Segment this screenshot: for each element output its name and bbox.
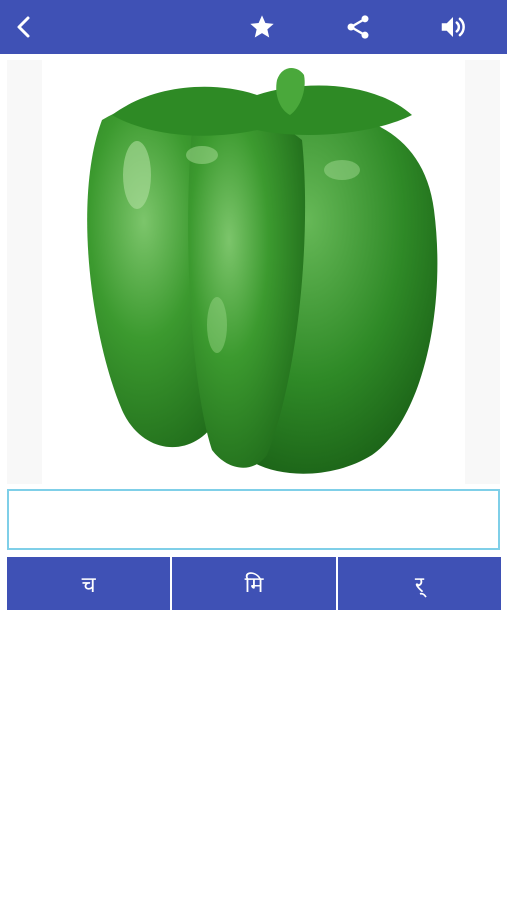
- volume-icon: [441, 17, 465, 37]
- back-button[interactable]: [6, 9, 42, 45]
- picture-frame: [7, 60, 500, 484]
- letter-button[interactable]: र्: [337, 557, 501, 610]
- favorite-button[interactable]: [244, 9, 280, 45]
- chevron-left-icon: [17, 16, 30, 38]
- sound-button[interactable]: [435, 9, 471, 45]
- share-button[interactable]: [340, 9, 376, 45]
- star-icon: [250, 15, 274, 38]
- letter-choices: च मि र्: [7, 557, 501, 610]
- answer-field[interactable]: [7, 489, 500, 550]
- app-toolbar: [0, 0, 507, 54]
- bell-pepper-image: [87, 68, 438, 474]
- share-icon: [347, 15, 369, 39]
- letter-button[interactable]: मि: [172, 557, 336, 610]
- letter-button[interactable]: च: [7, 557, 171, 610]
- picture-area: [42, 60, 465, 484]
